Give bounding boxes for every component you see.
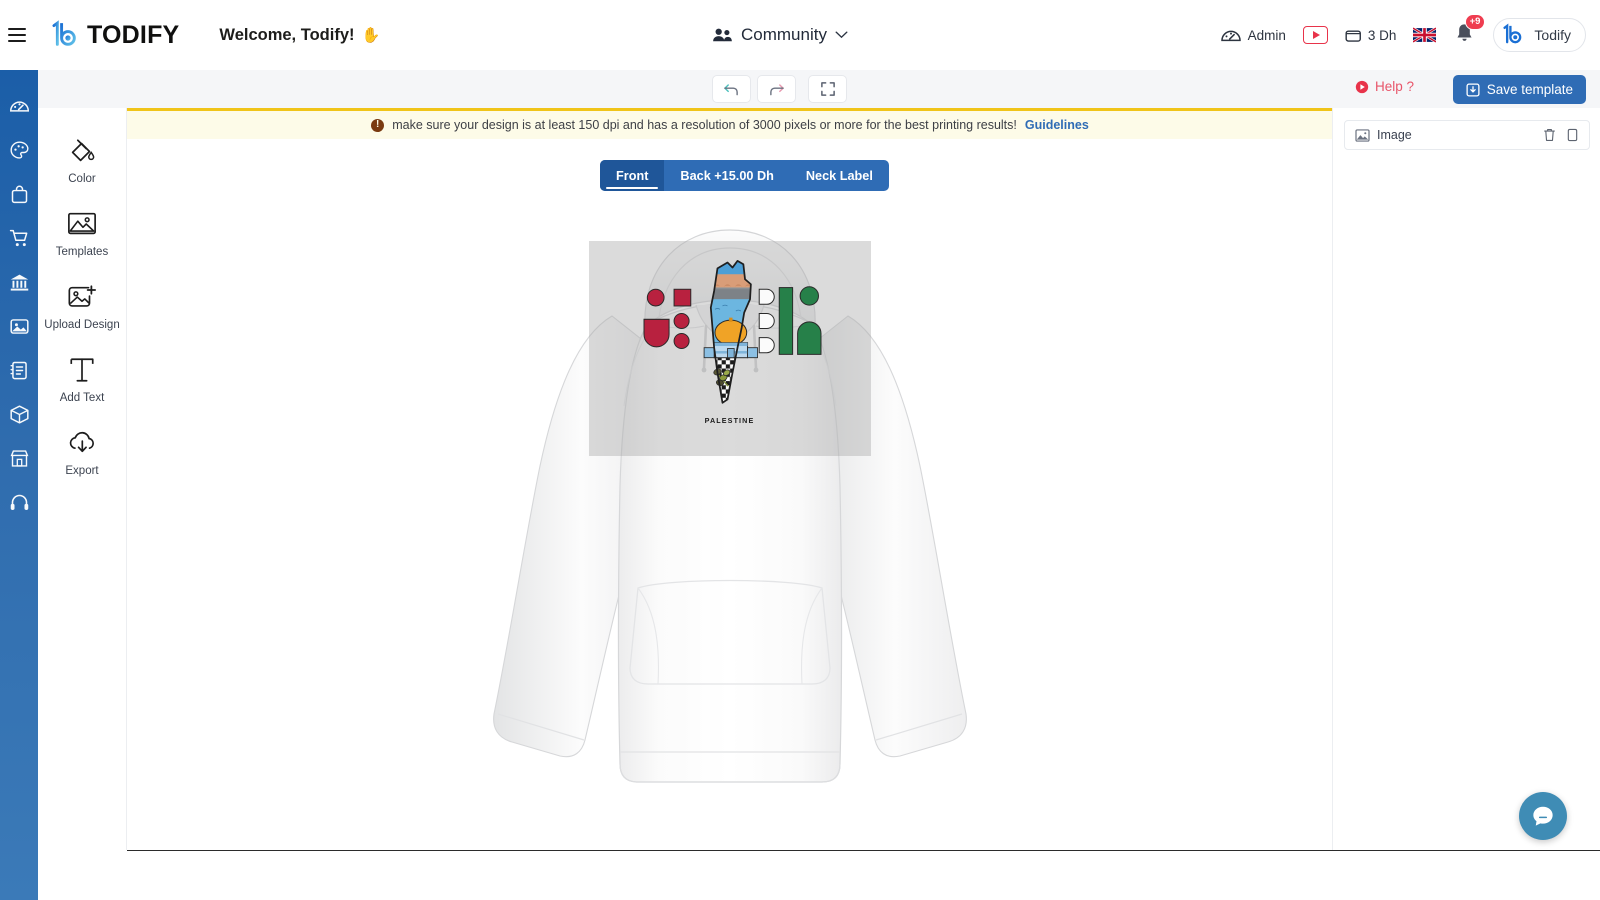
tool-export[interactable]: Export bbox=[38, 426, 127, 477]
delete-layer-button[interactable] bbox=[1543, 128, 1556, 142]
save-icon bbox=[1466, 82, 1480, 97]
tool-templates[interactable]: Templates bbox=[38, 207, 127, 258]
chat-widget-button[interactable] bbox=[1519, 792, 1567, 840]
sidebar-item-dashboard[interactable] bbox=[9, 96, 30, 117]
welcome-text: Welcome, Todify! bbox=[219, 25, 355, 44]
tool-color-label: Color bbox=[68, 173, 96, 185]
balance-display[interactable]: 3 Dh bbox=[1345, 27, 1397, 43]
wave-emoji-icon: ✋ bbox=[361, 27, 381, 44]
sidebar-item-store[interactable] bbox=[9, 448, 30, 469]
brand-logo[interactable]: TODIFY bbox=[48, 20, 179, 50]
profile-name: Todify bbox=[1534, 27, 1571, 43]
undo-button[interactable] bbox=[712, 75, 751, 103]
notice-text: make sure your design is at least 150 dp… bbox=[392, 118, 1017, 132]
tool-templates-label: Templates bbox=[55, 246, 109, 258]
community-label: Community bbox=[741, 25, 827, 44]
dpi-notice-banner: ! make sure your design is at least 150 … bbox=[127, 108, 1332, 139]
warning-icon: ! bbox=[371, 118, 385, 132]
history-controls bbox=[712, 75, 847, 103]
layers-panel: Image bbox=[1334, 108, 1600, 850]
layer-name: Image bbox=[1377, 128, 1412, 142]
fullscreen-button[interactable] bbox=[808, 75, 847, 103]
undo-icon bbox=[724, 83, 738, 95]
balance-label: 3 Dh bbox=[1367, 27, 1397, 43]
community-dropdown[interactable]: Community bbox=[712, 25, 848, 45]
header-right-group: Admin 3 Dh +9 Todify bbox=[1220, 14, 1586, 52]
view-tabs: Front Back +15.00 Dh Neck Label bbox=[600, 160, 889, 191]
tool-color[interactable]: Color bbox=[38, 134, 127, 185]
play-triangle-icon bbox=[1312, 31, 1320, 39]
trash-icon bbox=[1544, 129, 1555, 141]
layer-item-image[interactable]: Image bbox=[1344, 120, 1590, 150]
sidebar-item-design[interactable] bbox=[9, 140, 30, 161]
sidebar-item-orders[interactable] bbox=[9, 228, 30, 249]
notification-badge: +9 bbox=[1464, 14, 1486, 30]
admin-label: Admin bbox=[1247, 27, 1286, 43]
sidebar-item-invoices[interactable] bbox=[9, 360, 30, 381]
uk-flag-icon[interactable] bbox=[1413, 27, 1437, 43]
speedometer-icon bbox=[1220, 30, 1241, 42]
print-area[interactable]: PALESTINE bbox=[588, 241, 871, 456]
palestine-map-artwork bbox=[643, 260, 821, 404]
image-plus-icon bbox=[65, 280, 99, 314]
tool-upload-design-label: Upload Design bbox=[44, 319, 120, 331]
guidelines-link[interactable]: Guidelines bbox=[1025, 118, 1089, 132]
help-icon bbox=[1355, 80, 1369, 93]
redo-button[interactable] bbox=[757, 75, 796, 103]
top-header: TODIFY Welcome, Todify! ✋ Community Admi… bbox=[0, 0, 1600, 70]
artwork-caption: PALESTINE bbox=[704, 416, 755, 425]
sidebar-item-shipping[interactable] bbox=[9, 404, 30, 425]
wallet-icon bbox=[1345, 29, 1361, 42]
copy-icon bbox=[1567, 128, 1578, 142]
tab-neck-label[interactable]: Neck Label bbox=[790, 160, 889, 191]
image-icon bbox=[65, 207, 99, 241]
brand-name: TODIFY bbox=[87, 20, 180, 49]
text-t-icon bbox=[65, 353, 99, 387]
help-button[interactable]: Help ? bbox=[1355, 79, 1414, 94]
todify-logo-icon bbox=[52, 20, 76, 46]
chevron-down-icon bbox=[835, 31, 848, 39]
bottom-divider bbox=[127, 850, 1600, 851]
users-icon bbox=[713, 28, 732, 42]
tab-front[interactable]: Front bbox=[600, 160, 665, 191]
cloud-download-icon bbox=[65, 426, 99, 460]
tool-upload-design[interactable]: Upload Design bbox=[38, 280, 127, 331]
welcome-message: Welcome, Todify! ✋ bbox=[219, 26, 380, 45]
sidebar-item-support[interactable] bbox=[9, 492, 30, 513]
save-template-button[interactable]: Save template bbox=[1452, 75, 1586, 104]
duplicate-layer-button[interactable] bbox=[1566, 128, 1579, 142]
profile-menu[interactable]: Todify bbox=[1493, 18, 1586, 52]
sidebar-item-payments[interactable] bbox=[9, 272, 30, 293]
layer-actions bbox=[1543, 128, 1579, 142]
sidebar-item-media[interactable] bbox=[9, 316, 30, 337]
help-label: Help ? bbox=[1374, 79, 1414, 94]
youtube-play-button[interactable] bbox=[1302, 26, 1328, 44]
avatar bbox=[1503, 23, 1522, 44]
notifications-button[interactable]: +9 bbox=[1453, 14, 1486, 50]
fullscreen-icon bbox=[820, 82, 835, 96]
paint-bucket-icon bbox=[65, 134, 99, 168]
redo-icon bbox=[770, 83, 784, 95]
sidebar-item-products[interactable] bbox=[9, 184, 30, 205]
image-icon bbox=[1355, 128, 1370, 142]
admin-link[interactable]: Admin bbox=[1220, 26, 1286, 44]
hamburger-icon[interactable] bbox=[8, 22, 34, 48]
design-canvas-area: ! make sure your design is at least 150 … bbox=[127, 108, 1333, 850]
primary-nav-rail bbox=[0, 70, 38, 900]
save-template-label: Save template bbox=[1486, 82, 1573, 97]
tool-export-label: Export bbox=[65, 465, 99, 477]
tab-back[interactable]: Back +15.00 Dh bbox=[664, 160, 789, 191]
chat-bubble-icon bbox=[1533, 806, 1553, 826]
tool-add-text-label: Add Text bbox=[59, 392, 105, 404]
tool-add-text[interactable]: Add Text bbox=[38, 353, 127, 404]
design-tools-panel: Color Templates Upload Design Add Text E… bbox=[38, 108, 127, 850]
